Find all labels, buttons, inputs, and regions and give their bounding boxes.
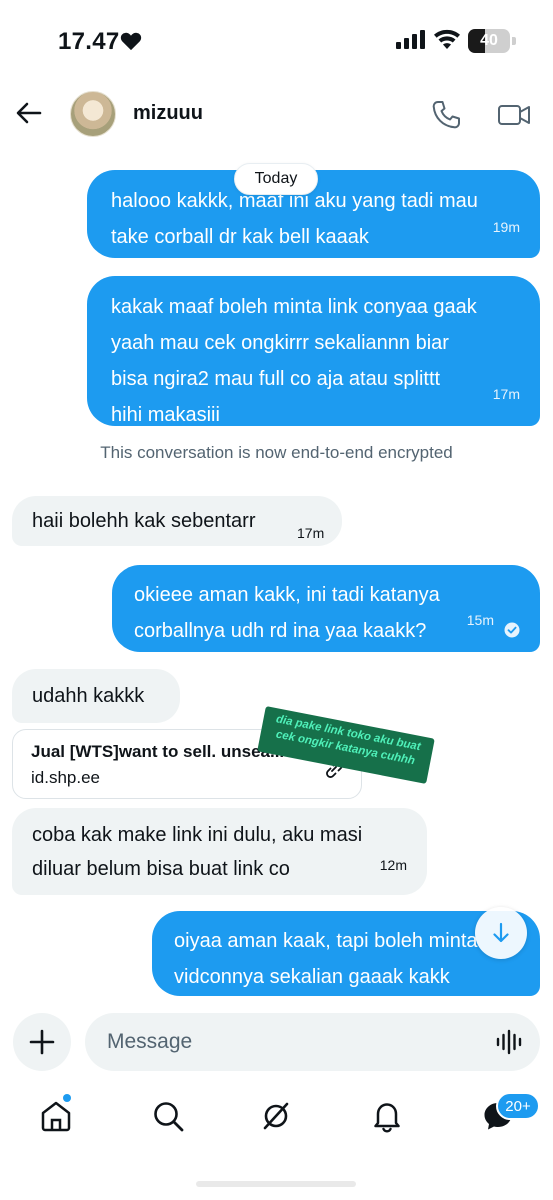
message-text: vidconnya sekalian gaaak kakk [174, 966, 450, 988]
home-notification-dot [63, 1094, 71, 1102]
message-bubble-incoming[interactable]: coba kak make link ini dulu, aku masi di… [12, 808, 427, 895]
message-text: take corball dr kak bell kaaak [111, 226, 369, 248]
video-call-icon[interactable] [497, 100, 531, 130]
grok-icon[interactable] [258, 1098, 294, 1134]
notifications-bell-icon[interactable] [369, 1098, 405, 1134]
message-composer [0, 1011, 553, 1073]
plus-icon [29, 1029, 55, 1055]
status-time: 17.47 [58, 28, 120, 55]
message-bubble-incoming[interactable]: haii bolehh kak sebentarr 17m [12, 496, 342, 546]
message-bubble-outgoing[interactable]: kakak maaf boleh minta link conyaa gaak … [87, 276, 540, 426]
arrow-down-icon [493, 922, 509, 943]
message-text: kakak maaf boleh minta link conyaa gaak [111, 296, 477, 318]
home-indicator [196, 1181, 356, 1187]
message-bubble-incoming[interactable]: udahh kakkk [12, 669, 180, 723]
message-text: yaah mau cek ongkirrr sekaliannn biar [111, 332, 449, 354]
message-timestamp: 19m [492, 219, 520, 235]
read-check-icon [504, 622, 520, 638]
back-arrow-icon[interactable] [14, 98, 44, 128]
home-icon[interactable] [38, 1098, 74, 1134]
message-text: hihi makasiii [111, 404, 220, 426]
message-text: corballnya udh rd ina yaa kaakk? [134, 620, 427, 642]
search-icon[interactable] [150, 1098, 186, 1134]
heart-icon [120, 32, 142, 51]
signal-icon [396, 30, 425, 49]
phone-icon[interactable] [430, 99, 462, 131]
message-text: oiyaa aman kaak, tapi boleh minta [174, 930, 478, 952]
message-text: bisa ngira2 mau full co aja atau splittt [111, 368, 441, 390]
add-attachment-button[interactable] [13, 1013, 71, 1071]
messages-count-badge: 20+ [496, 1092, 540, 1120]
avatar[interactable] [70, 91, 116, 137]
message-timestamp: 17m [297, 525, 325, 541]
message-input[interactable] [85, 1013, 540, 1071]
message-timestamp: 17m [492, 386, 520, 402]
conversation-header: mizuuu [0, 84, 553, 146]
voice-wave-icon[interactable] [495, 1027, 525, 1057]
battery-level: 40 [480, 32, 498, 49]
contact-name[interactable]: mizuuu [133, 102, 203, 125]
date-separator: Today [234, 163, 318, 195]
message-text: diluar belum bisa buat link co [32, 858, 290, 880]
battery-icon: 40 [468, 29, 516, 53]
message-timestamp: 12m [379, 857, 407, 873]
link-domain: id.shp.ee [31, 768, 100, 787]
scroll-to-bottom-button[interactable] [475, 907, 527, 959]
message-timestamp: 15m [466, 612, 494, 628]
bottom-navigation: 20+ [0, 1088, 553, 1158]
encryption-notice: This conversation is now end-to-end encr… [100, 443, 453, 462]
wifi-icon [434, 29, 460, 49]
message-bubble-outgoing[interactable]: okieee aman kakk, ini tadi katanya corba… [112, 565, 540, 652]
message-text: coba kak make link ini dulu, aku masi [32, 824, 363, 846]
message-text: udahh kakkk [32, 685, 145, 707]
message-text: haii bolehh kak sebentarr [32, 510, 256, 532]
status-bar: 17.47 40 [0, 0, 553, 80]
message-text: okieee aman kakk, ini tadi katanya [134, 584, 440, 606]
